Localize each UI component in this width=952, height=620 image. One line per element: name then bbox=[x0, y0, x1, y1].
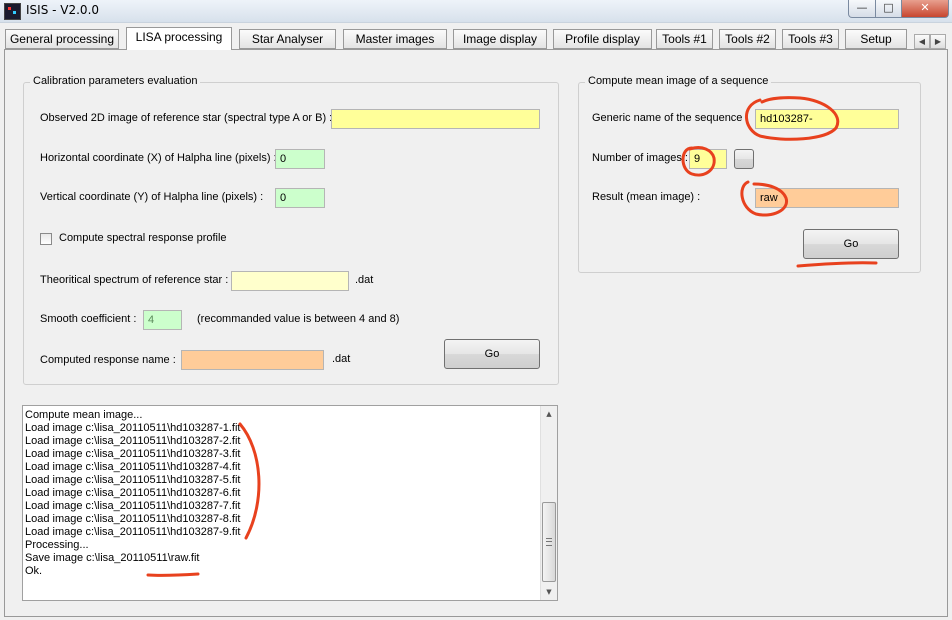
log-line: Load image c:\lisa_20110511\hd103287-4.f… bbox=[25, 461, 241, 473]
smooth-hint-label: (recommanded value is between 4 and 8) bbox=[197, 313, 400, 325]
smooth-coefficient-label: Smooth coefficient : bbox=[40, 313, 137, 325]
app-icon bbox=[4, 3, 21, 20]
tab-scroll-left-button[interactable]: ◀ bbox=[914, 34, 930, 49]
spectral-response-label: Compute spectral response profile bbox=[59, 232, 227, 244]
log-line: Load image c:\lisa_20110511\hd103287-6.f… bbox=[25, 487, 241, 499]
tab-tools-1[interactable]: Tools #1 bbox=[656, 29, 713, 49]
scroll-up-arrow-icon[interactable]: ▲ bbox=[541, 406, 557, 422]
image-count-label: Number of images : bbox=[592, 152, 688, 164]
log-line: Load image c:\lisa_20110511\hd103287-2.f… bbox=[25, 435, 241, 447]
computed-response-label: Computed response name : bbox=[40, 354, 176, 366]
result-label: Result (mean image) : bbox=[592, 191, 701, 203]
log-lines: Compute mean image... Load image c:\lisa… bbox=[25, 409, 240, 578]
theoretical-ext-label: .dat bbox=[355, 274, 374, 286]
scroll-down-arrow-icon[interactable]: ▼ bbox=[541, 584, 557, 600]
log-line: Load image c:\lisa_20110511\hd103287-9.f… bbox=[25, 526, 241, 538]
title-bar: ISIS - V2.0.0 — □ ✕ bbox=[0, 0, 952, 23]
tab-image-display[interactable]: Image display bbox=[453, 29, 547, 49]
log-line: Ok. bbox=[25, 565, 43, 577]
smooth-coefficient-field[interactable]: 4 bbox=[143, 310, 182, 330]
scroll-thumb[interactable] bbox=[542, 502, 556, 582]
mean-image-go-button[interactable]: Go bbox=[803, 229, 899, 259]
log-line: Compute mean image... bbox=[25, 409, 143, 421]
log-line: Save image c:\lisa_20110511\raw.fit bbox=[25, 552, 200, 564]
mean-image-group-title: Compute mean image of a sequence bbox=[585, 75, 772, 87]
theoretical-spectrum-field[interactable] bbox=[231, 271, 349, 291]
tab-star-analyser[interactable]: Star Analyser bbox=[239, 29, 336, 49]
log-line: Load image c:\lisa_20110511\hd103287-8.f… bbox=[25, 513, 241, 525]
calibration-go-button[interactable]: Go bbox=[444, 339, 540, 369]
computed-ext-label: .dat bbox=[332, 353, 351, 365]
tab-setup[interactable]: Setup bbox=[845, 29, 907, 49]
theoretical-spectrum-label: Theoritical spectrum of reference star : bbox=[40, 274, 229, 286]
log-scrollbar[interactable]: ▲ ▼ bbox=[540, 406, 557, 600]
y-coordinate-field[interactable]: 0 bbox=[275, 188, 325, 208]
minimize-button[interactable]: — bbox=[848, 0, 876, 18]
log-textarea[interactable]: Compute mean image... Load image c:\lisa… bbox=[22, 405, 558, 601]
log-line: Load image c:\lisa_20110511\hd103287-1.f… bbox=[25, 422, 241, 434]
tab-profile-display[interactable]: Profile display bbox=[553, 29, 652, 49]
window-title: ISIS - V2.0.0 bbox=[26, 3, 100, 17]
image-count-browse-button[interactable] bbox=[734, 149, 754, 169]
sequence-name-field[interactable]: hd103287- bbox=[755, 109, 899, 129]
tab-tools-2[interactable]: Tools #2 bbox=[719, 29, 776, 49]
y-coordinate-label: Vertical coordinate (Y) of Halpha line (… bbox=[40, 191, 264, 203]
log-line: Processing... bbox=[25, 539, 89, 551]
close-button[interactable]: ✕ bbox=[901, 0, 949, 18]
spectral-response-checkbox[interactable] bbox=[40, 233, 52, 245]
log-line: Load image c:\lisa_20110511\hd103287-5.f… bbox=[25, 474, 241, 486]
maximize-button[interactable]: □ bbox=[875, 0, 902, 18]
tab-scroll-right-button[interactable]: ▶ bbox=[930, 34, 946, 49]
result-field[interactable]: raw bbox=[755, 188, 899, 208]
log-line: Load image c:\lisa_20110511\hd103287-7.f… bbox=[25, 500, 241, 512]
image-count-field[interactable]: 9 bbox=[689, 149, 727, 169]
tab-general-processing[interactable]: General processing bbox=[5, 29, 119, 49]
log-line: Load image c:\lisa_20110511\hd103287-3.f… bbox=[25, 448, 241, 460]
x-coordinate-label: Horizontal coordinate (X) of Halpha line… bbox=[40, 152, 277, 164]
tab-lisa-processing[interactable]: LISA processing bbox=[126, 27, 232, 50]
sequence-name-label: Generic name of the sequence : bbox=[592, 112, 749, 124]
reference-image-label: Observed 2D image of reference star (spe… bbox=[40, 112, 333, 124]
reference-image-field[interactable] bbox=[331, 109, 540, 129]
calibration-group-title: Calibration parameters evaluation bbox=[30, 75, 201, 87]
grip-icon bbox=[546, 538, 552, 546]
computed-response-field[interactable] bbox=[181, 350, 324, 370]
tab-master-images[interactable]: Master images bbox=[343, 29, 447, 49]
x-coordinate-field[interactable]: 0 bbox=[275, 149, 325, 169]
tab-tools-3[interactable]: Tools #3 bbox=[782, 29, 839, 49]
